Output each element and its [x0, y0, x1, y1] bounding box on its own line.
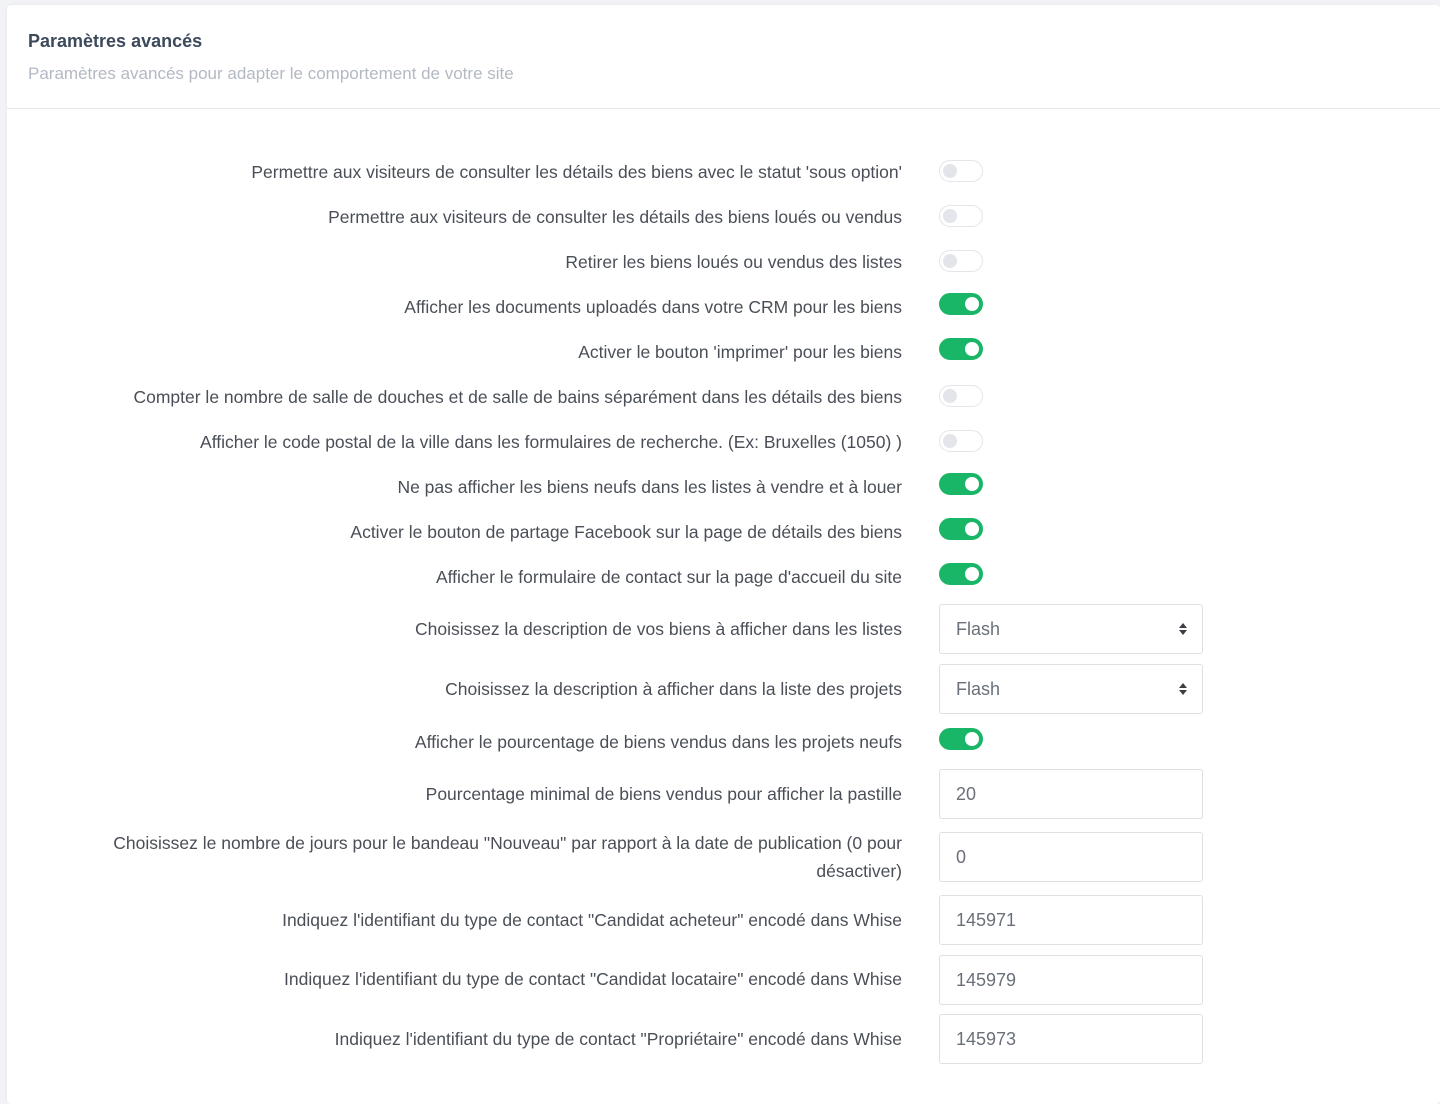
toggle-code-postal[interactable] [939, 430, 983, 452]
setting-label: Pourcentage minimal de biens vendus pour… [425, 784, 902, 804]
toggle-knob [965, 567, 979, 581]
toggle-bouton-imprimer[interactable] [939, 338, 983, 360]
setting-label: Activer le bouton de partage Facebook su… [350, 522, 902, 542]
toggle-knob [943, 209, 957, 223]
toggle-knob [943, 164, 957, 178]
input-value: 20 [956, 784, 977, 804]
toggle-partage-facebook[interactable] [939, 518, 983, 540]
setting-label: Choisissez la description de vos biens à… [414, 619, 902, 639]
toggle-knob [965, 297, 979, 311]
setting-label: Compter le nombre de salle de douches et… [133, 387, 902, 407]
setting-label: Ne pas afficher les biens neufs dans les… [397, 477, 902, 497]
setting-label: Permettre aux visiteurs de consulter les… [251, 162, 902, 182]
setting-label: Indiquez l'identifiant du type de contac… [334, 1029, 902, 1049]
setting-label: Retirer les biens loués ou vendus des li… [565, 252, 902, 272]
page-subtitle: Paramètres avancés pour adapter le compo… [28, 64, 514, 83]
setting-label: Indiquez l'identifiant du type de contac… [284, 969, 902, 989]
proprietaire-input[interactable]: 145973 [939, 1014, 1203, 1064]
description-projets-select[interactable]: Flash [939, 664, 1203, 714]
toggle-knob [965, 732, 979, 746]
toggle-knob [943, 389, 957, 403]
select-value: Flash [956, 679, 1001, 699]
select-arrows-icon [1179, 623, 1187, 635]
setting-label: Permettre aux visiteurs de consulter les… [328, 207, 902, 227]
candidat-acheteur-input[interactable]: 145971 [939, 895, 1203, 945]
setting-label-line2: désactiver) [816, 861, 902, 881]
input-value: 145973 [956, 1029, 1017, 1049]
toggle-formulaire-contact[interactable] [939, 563, 983, 585]
toggle-salles-separees[interactable] [939, 385, 983, 407]
toggle-knob [965, 477, 979, 491]
toggle-sous-option[interactable] [939, 160, 983, 182]
card-header: Paramètres avancés Paramètres avancés po… [7, 5, 1440, 109]
setting-label: Activer le bouton 'imprimer' pour les bi… [578, 342, 902, 362]
pourcentage-minimal-input[interactable]: 20 [939, 769, 1203, 819]
setting-label: Afficher les documents uploadés dans vot… [404, 297, 902, 317]
toggle-knob [965, 522, 979, 536]
advanced-settings-card: Paramètres avancés Paramètres avancés po… [7, 5, 1440, 1104]
toggle-knob [943, 434, 957, 448]
setting-label: Indiquez l'identifiant du type de contac… [282, 910, 902, 930]
toggle-pourcentage-vendus[interactable] [939, 728, 983, 750]
toggle-loues-vendus-details[interactable] [939, 205, 983, 227]
input-value: 145979 [956, 970, 1017, 990]
input-value: 145971 [956, 910, 1017, 930]
toggle-retirer-biens[interactable] [939, 250, 983, 272]
select-arrows-icon [1179, 683, 1187, 695]
toggle-knob [943, 254, 957, 268]
jours-nouveau-input[interactable]: 0 [939, 832, 1203, 882]
description-listes-select[interactable]: Flash [939, 604, 1203, 654]
page-title: Paramètres avancés [28, 31, 203, 51]
toggle-documents-crm[interactable] [939, 293, 983, 315]
setting-label: Afficher le formulaire de contact sur la… [435, 567, 902, 587]
setting-label: Afficher le code postal de la ville dans… [200, 432, 902, 452]
toggle-biens-neufs[interactable] [939, 473, 983, 495]
setting-label: Afficher le pourcentage de biens vendus … [414, 732, 902, 752]
candidat-locataire-input[interactable]: 145979 [939, 955, 1203, 1005]
input-value: 0 [956, 847, 967, 867]
setting-label: Choisissez la description à afficher dan… [445, 679, 902, 699]
select-value: Flash [956, 619, 1001, 639]
setting-label-line1: Choisissez le nombre de jours pour le ba… [113, 833, 902, 853]
toggle-knob [965, 342, 979, 356]
